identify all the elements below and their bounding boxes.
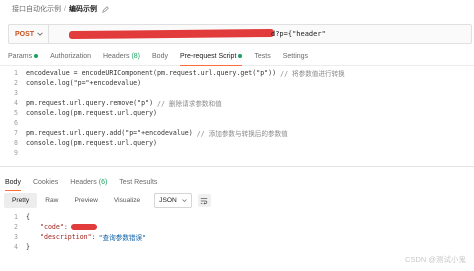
code-line: 9: [0, 148, 474, 158]
breadcrumb-parent[interactable]: 接口自动化示例: [12, 4, 61, 14]
url-input[interactable]: d?p={"header": [49, 25, 471, 43]
redacted-value: [70, 224, 97, 230]
code-line: 4 pm.request.url.query.remove("p") // 删除…: [0, 98, 474, 108]
chevron-down-icon: [182, 199, 187, 202]
line-number: 2: [14, 223, 18, 231]
request-name[interactable]: 编码示例: [69, 4, 97, 14]
tab-response-headers[interactable]: Headers (6): [64, 174, 113, 190]
pretty-button[interactable]: Pretty: [4, 193, 38, 208]
visualize-button[interactable]: Visualize: [106, 193, 148, 208]
response-body[interactable]: 1 { 2 "code": 3 "description": "查询参数错误" …: [0, 212, 474, 252]
format-label: JSON: [159, 197, 177, 204]
line-number: 3: [14, 88, 18, 97]
code-line: 8 console.log(pm.request.url.query): [0, 138, 474, 148]
tab-settings[interactable]: Settings: [277, 47, 314, 65]
code-comment: // 添加参数与转换后的参数值: [196, 129, 288, 138]
code-line: 1 encodevalue = encodeURIComponent(pm.re…: [0, 68, 474, 78]
request-tabs: Params Authorization Headers (8) Body Pre…: [0, 47, 474, 66]
breadcrumb-separator: /: [64, 5, 66, 13]
tab-cookies[interactable]: Cookies: [27, 174, 64, 190]
breadcrumb: 接口自动化示例 / 编码示例: [0, 0, 474, 18]
code-text: console.log("p="+encodevalue): [26, 78, 142, 87]
chevron-down-icon: [37, 32, 43, 36]
line-number: 5: [14, 108, 18, 117]
method-label: POST: [15, 30, 35, 38]
code-comment: // 将参数值进行转换: [280, 69, 345, 78]
tab-params[interactable]: Params: [0, 47, 44, 65]
raw-button[interactable]: Raw: [37, 193, 66, 208]
method-select[interactable]: POST: [9, 25, 49, 43]
code-text: encodevalue = encodeURIComponent(pm.requ…: [26, 68, 277, 77]
code-text: console.log(pm.request.url.query): [26, 138, 158, 147]
code-line: 5 console.log(pm.request.url.query): [0, 108, 474, 118]
status-dot: [238, 54, 243, 58]
code-line: 3: [0, 88, 474, 98]
code-line: 6: [0, 118, 474, 128]
code-line: 3 "description": "查询参数错误": [0, 232, 474, 242]
line-number: 2: [14, 78, 18, 87]
line-number: 1: [14, 213, 18, 221]
headers-count: (6): [98, 178, 108, 186]
pane-divider[interactable]: [0, 166, 474, 167]
url-suffix: d?p={"header": [271, 30, 326, 38]
watermark: CSDN @测试小鬼: [405, 255, 466, 264]
code-line: 7 pm.request.url.query.add("p="+encodeva…: [0, 128, 474, 138]
code-line: 1 {: [0, 212, 474, 222]
code-line: 2 console.log("p="+encodevalue): [0, 78, 474, 88]
redacted-url: [68, 28, 275, 40]
edit-icon[interactable]: [102, 5, 109, 13]
tab-body[interactable]: Body: [146, 47, 174, 65]
tab-test-results[interactable]: Test Results: [113, 174, 163, 190]
line-number: 7: [14, 128, 18, 137]
code-text: pm.request.url.query.remove("p"): [26, 98, 154, 107]
code-text: console.log(pm.request.url.query): [26, 108, 158, 117]
request-bar: POST d?p={"header": [8, 24, 472, 44]
response-view-toolbar: Pretty Raw Preview Visualize JSON: [4, 193, 211, 208]
line-number: 4: [14, 98, 18, 107]
wrap-lines-icon[interactable]: [197, 194, 211, 207]
tab-authorization[interactable]: Authorization: [44, 47, 97, 65]
response-tabs: Body Cookies Headers (6) Test Results: [0, 174, 474, 191]
code-line: 2 "code":: [0, 222, 474, 232]
json-key: "code":: [40, 223, 68, 231]
line-number: 6: [14, 118, 18, 127]
tab-headers[interactable]: Headers (8): [97, 47, 146, 65]
status-dot: [34, 54, 39, 58]
tab-pre-request-script[interactable]: Pre-request Script: [174, 47, 248, 66]
tab-response-body[interactable]: Body: [0, 174, 27, 191]
preview-button[interactable]: Preview: [66, 193, 105, 208]
format-select[interactable]: JSON: [154, 193, 192, 208]
script-editor[interactable]: 1 encodevalue = encodeURIComponent(pm.re…: [0, 68, 474, 158]
code-text: pm.request.url.query.add("p="+encodevalu…: [26, 128, 193, 137]
code-comment: // 删除请求参数和值: [157, 99, 222, 108]
json-key: "description":: [40, 233, 96, 241]
code-line: 4 }: [0, 242, 474, 252]
line-number: 9: [14, 148, 18, 157]
line-number: 4: [14, 243, 18, 251]
headers-count: (8): [131, 52, 141, 60]
tab-tests[interactable]: Tests: [248, 47, 276, 65]
json-value: "查询参数错误": [98, 234, 147, 242]
line-number: 3: [14, 233, 18, 241]
line-number: 1: [14, 68, 18, 77]
line-number: 8: [14, 138, 18, 147]
